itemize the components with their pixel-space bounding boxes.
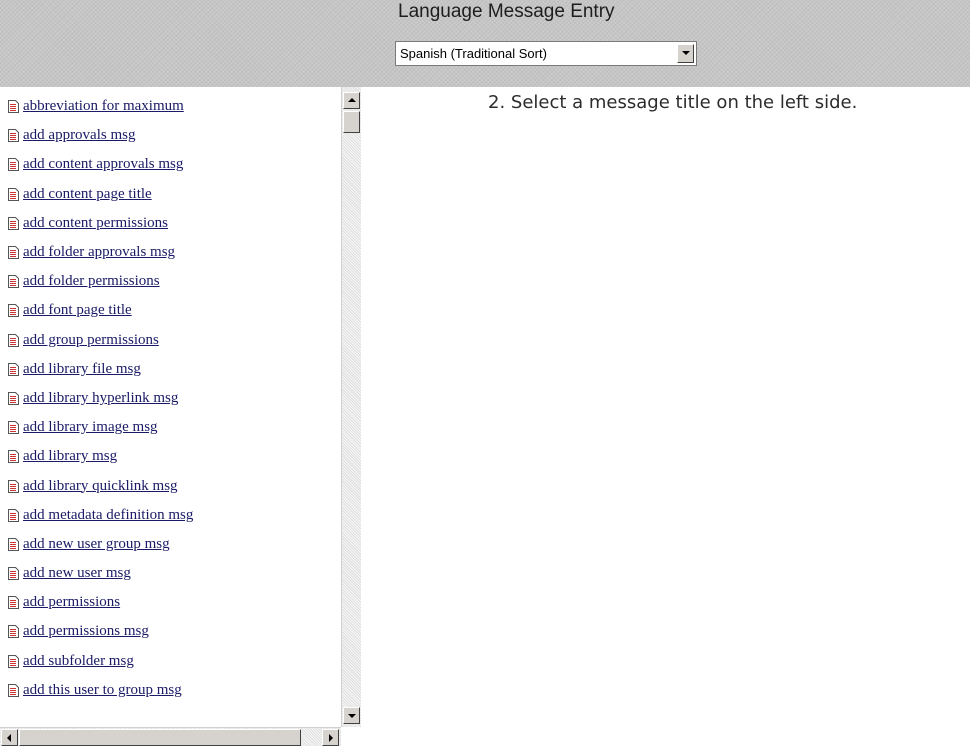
document-icon [8, 421, 19, 435]
language-select[interactable]: Spanish (Traditional Sort) [395, 41, 697, 66]
document-icon [8, 567, 19, 581]
list-item[interactable]: add this user to group msg [8, 676, 193, 705]
header-bar: Language Message Entry Spanish (Traditio… [0, 0, 970, 87]
document-icon [8, 479, 19, 493]
list-item[interactable]: add group permissions [8, 326, 193, 355]
instruction-text: 2. Select a message title on the left si… [488, 92, 858, 113]
language-select-value: Spanish (Traditional Sort) [400, 46, 547, 61]
message-title-link[interactable]: add this user to group msg [23, 682, 182, 699]
list-item[interactable]: add library msg [8, 442, 193, 471]
scroll-right-icon[interactable] [322, 729, 339, 746]
scroll-down-icon[interactable] [343, 707, 360, 724]
list-item[interactable]: add content permissions [8, 209, 193, 238]
message-title-link[interactable]: add permissions [23, 594, 120, 611]
list-item[interactable]: add metadata definition msg [8, 501, 193, 530]
message-title-link[interactable]: add library image msg [23, 419, 158, 436]
document-icon [8, 158, 19, 172]
message-title-link[interactable]: add new user group msg [23, 536, 170, 553]
document-icon [8, 450, 19, 464]
scroll-up-icon[interactable] [343, 92, 360, 109]
message-title-link[interactable]: add folder permissions [23, 273, 160, 290]
message-title-link[interactable]: add new user msg [23, 565, 131, 582]
list-item[interactable]: add content approvals msg [8, 150, 193, 179]
document-icon [8, 304, 19, 318]
list-item[interactable]: add subfolder msg [8, 647, 193, 676]
horizontal-scrollbar[interactable] [0, 727, 341, 746]
document-icon [8, 596, 19, 610]
message-title-link[interactable]: add subfolder msg [23, 653, 134, 670]
message-title-link[interactable]: add library file msg [23, 361, 141, 378]
document-icon [8, 508, 19, 522]
message-list: abbreviation for maximum add approvals ms… [8, 92, 193, 705]
document-icon [8, 129, 19, 143]
message-title-link[interactable]: abbreviation for maximum [23, 98, 184, 115]
horizontal-scroll-thumb[interactable] [19, 729, 301, 746]
document-icon [8, 391, 19, 405]
message-title-link[interactable]: add library hyperlink msg [23, 390, 178, 407]
message-list-frame: abbreviation for maximum add approvals ms… [0, 87, 361, 746]
vertical-scroll-thumb[interactable] [343, 111, 360, 133]
document-icon [8, 683, 19, 697]
document-icon [8, 537, 19, 551]
list-item[interactable]: add library file msg [8, 355, 193, 384]
list-item[interactable]: add folder permissions [8, 267, 193, 296]
message-title-link[interactable]: add content permissions [23, 215, 168, 232]
message-title-link[interactable]: add content approvals msg [23, 156, 183, 173]
list-item[interactable]: add permissions [8, 588, 193, 617]
page-title: Language Message Entry [398, 1, 615, 22]
document-icon [8, 333, 19, 347]
message-title-link[interactable]: add content page title [23, 186, 152, 203]
chevron-down-icon[interactable] [677, 44, 694, 63]
message-title-link[interactable]: add folder approvals msg [23, 244, 175, 261]
message-title-link[interactable]: add library msg [23, 448, 117, 465]
list-item[interactable]: add folder approvals msg [8, 238, 193, 267]
document-icon [8, 216, 19, 230]
document-icon [8, 246, 19, 260]
message-title-link[interactable]: add approvals msg [23, 127, 135, 144]
list-item[interactable]: add library hyperlink msg [8, 384, 193, 413]
list-item[interactable]: add approvals msg [8, 121, 193, 150]
list-item[interactable]: add content page title [8, 180, 193, 209]
document-icon [8, 362, 19, 376]
list-item[interactable]: add permissions msg [8, 617, 193, 646]
message-title-link[interactable]: add library quicklink msg [23, 478, 178, 495]
message-title-link[interactable]: add metadata definition msg [23, 507, 193, 524]
message-title-link[interactable]: add group permissions [23, 332, 159, 349]
list-item[interactable]: add new user group msg [8, 530, 193, 559]
document-icon [8, 625, 19, 639]
document-icon [8, 187, 19, 201]
message-title-link[interactable]: add font page title [23, 302, 132, 319]
document-icon [8, 654, 19, 668]
scroll-left-icon[interactable] [1, 729, 18, 746]
list-item[interactable]: abbreviation for maximum [8, 92, 193, 121]
list-item[interactable]: add library image msg [8, 413, 193, 442]
list-item[interactable]: add library quicklink msg [8, 471, 193, 500]
list-item[interactable]: add new user msg [8, 559, 193, 588]
vertical-scrollbar[interactable] [341, 87, 361, 727]
list-item[interactable]: add font page title [8, 296, 193, 325]
message-title-link[interactable]: add permissions msg [23, 623, 149, 640]
document-icon [8, 275, 19, 289]
document-icon [8, 100, 19, 114]
